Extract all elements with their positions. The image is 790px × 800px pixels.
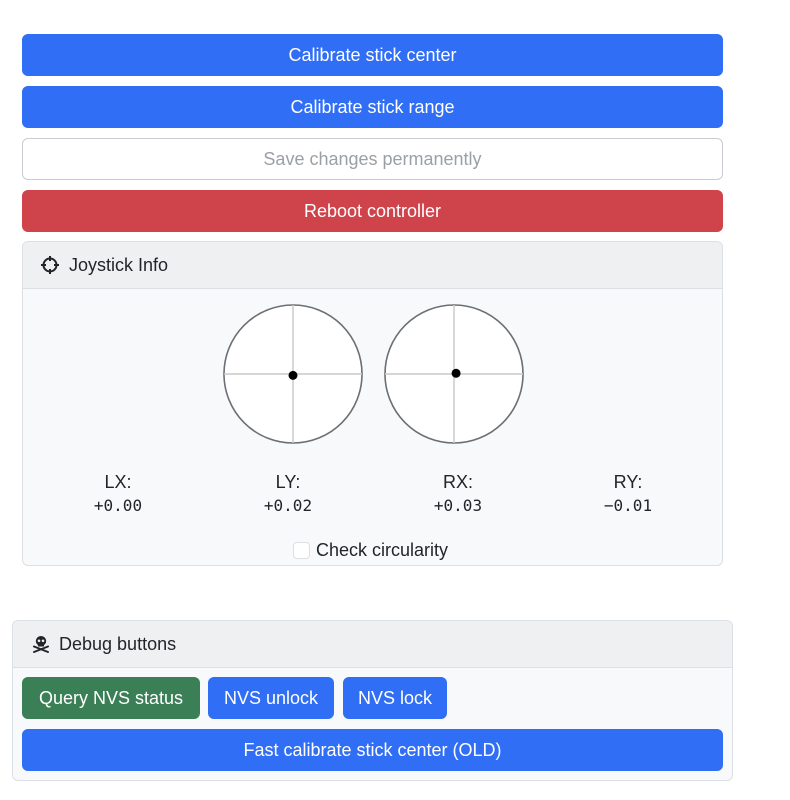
axis-rx-label: RX: <box>442 472 473 492</box>
axis-ry-label: RY: <box>613 472 643 492</box>
skull-crossbones-icon <box>31 634 51 654</box>
axis-lx-label: LX: <box>104 472 132 492</box>
crosshair-icon <box>40 255 60 275</box>
axis-ry: RY: −0.01 <box>568 470 688 518</box>
fast-calibrate-button[interactable]: Fast calibrate stick center (OLD) <box>22 729 723 771</box>
nvs-lock-button[interactable]: NVS lock <box>343 677 447 719</box>
page-root: Calibrate stick center Calibrate stick r… <box>0 0 790 800</box>
left-stick-canvas <box>223 304 363 444</box>
left-stick-position-dot <box>288 370 298 380</box>
right-stick-position-dot <box>451 368 461 378</box>
axis-ly: LY: +0.02 <box>228 470 348 518</box>
axis-ly-label: LY: <box>275 472 301 492</box>
check-circularity-row[interactable]: Check circularity <box>293 540 448 561</box>
joystick-info-panel: Joystick Info LX: +0.00 LY: +0.02 RX: +0… <box>22 241 723 566</box>
debug-buttons-title: Debug buttons <box>59 633 177 654</box>
right-stick-canvas <box>384 304 524 444</box>
check-circularity-checkbox[interactable] <box>293 542 310 559</box>
axis-rx: RX: +0.03 <box>398 470 518 518</box>
save-permanently-button[interactable]: Save changes permanently <box>22 138 723 180</box>
debug-buttons-body: Query NVS status NVS unlock NVS lock Fas… <box>13 668 732 780</box>
axis-lx: LX: +0.00 <box>58 470 178 518</box>
calibrate-range-button[interactable]: Calibrate stick range <box>22 86 723 128</box>
joystick-info-body: LX: +0.00 LY: +0.02 RX: +0.03 RY: −0.01 … <box>23 289 722 565</box>
nvs-unlock-button[interactable]: NVS unlock <box>208 677 334 719</box>
calibrate-center-button[interactable]: Calibrate stick center <box>22 34 723 76</box>
reboot-controller-button[interactable]: Reboot controller <box>22 190 723 232</box>
joystick-info-title: Joystick Info <box>69 254 169 275</box>
query-nvs-button[interactable]: Query NVS status <box>22 677 200 719</box>
axis-rx-value: +0.03 <box>433 496 483 515</box>
debug-buttons-panel: Debug buttons Query NVS status NVS unloc… <box>12 620 733 781</box>
check-circularity-label: Check circularity <box>316 540 449 560</box>
debug-buttons-header: Debug buttons <box>13 621 732 668</box>
joystick-info-header: Joystick Info <box>23 242 722 289</box>
axis-ly-value: +0.02 <box>263 496 313 515</box>
axis-lx-value: +0.00 <box>93 496 143 515</box>
axis-ry-value: −0.01 <box>603 496 653 515</box>
